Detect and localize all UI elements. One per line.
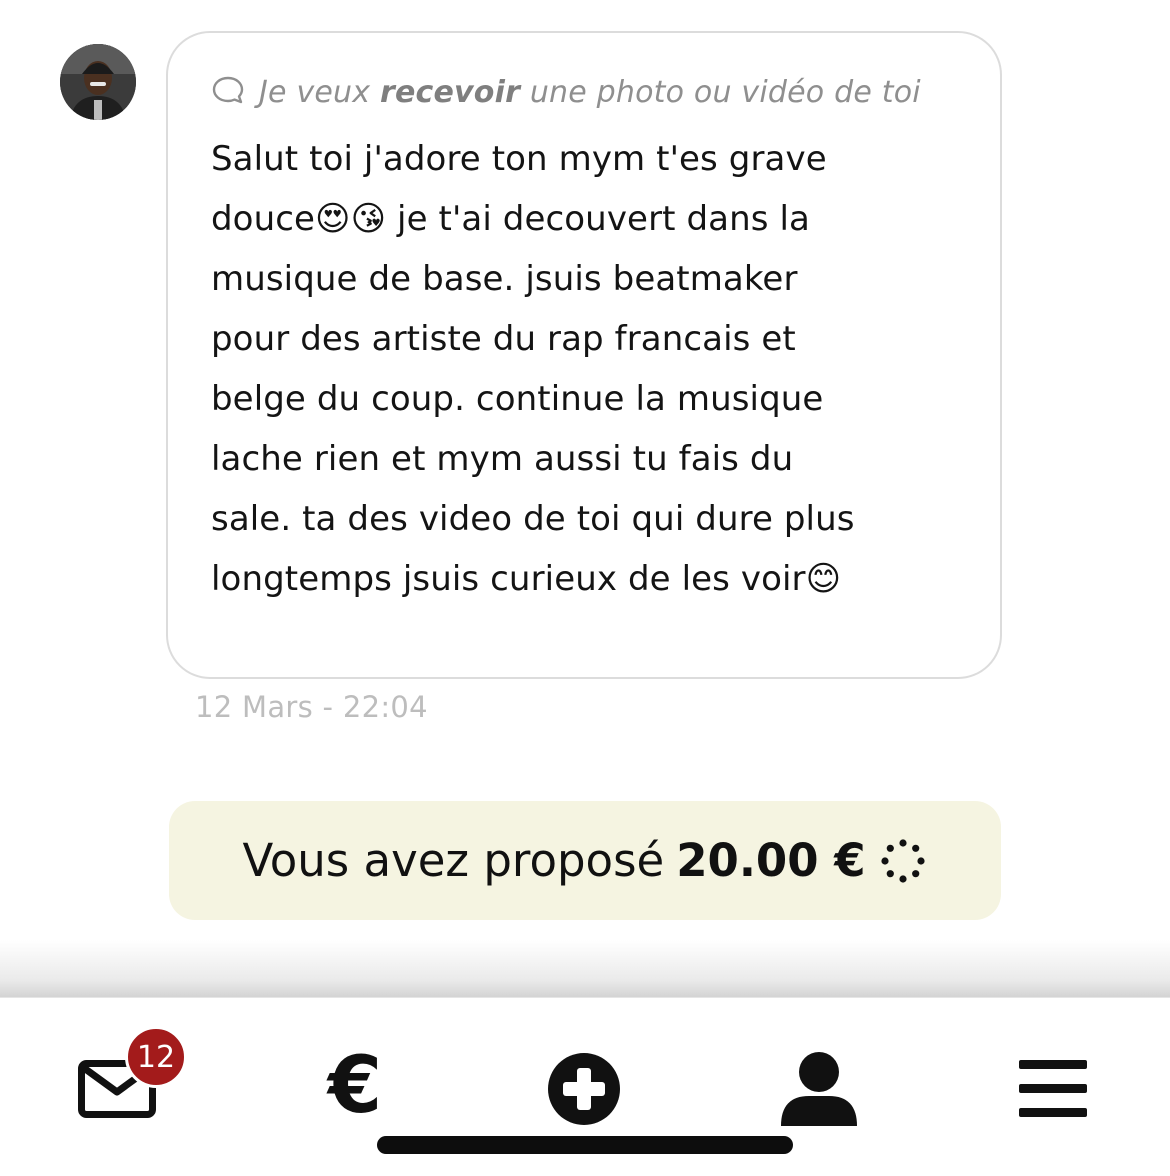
message-line: Salut toi j'adore ton mym t'es grave: [211, 139, 827, 179]
home-indicator[interactable]: [377, 1136, 793, 1154]
message-line: pour des artiste du rap francais et: [211, 319, 796, 359]
sender-avatar[interactable]: [60, 44, 136, 120]
message-line: je t'ai decouvert dans la: [386, 199, 810, 239]
loading-spinner-icon: [880, 838, 925, 883]
message-line: belge du coup. continue la musique: [211, 379, 824, 419]
euro-icon: €: [327, 1041, 383, 1131]
message-bubble: Je veux recevoir une photo ou vidéo de t…: [166, 31, 1002, 679]
request-keyword: recevoir: [379, 75, 521, 110]
message-line: longtemps jsuis curieux de les voir: [211, 559, 806, 599]
avatar-image: [60, 44, 136, 120]
offer-prefix: Vous avez proposé: [242, 834, 665, 887]
user-icon: [781, 1052, 857, 1126]
message-line: lache rien et mym aussi tu fais du: [211, 439, 794, 479]
nav-profile-button[interactable]: [779, 1050, 859, 1130]
message-text: Salut toi j'adore ton mym t'es grave dou…: [211, 129, 960, 609]
bottom-navigation: 12 €: [0, 997, 1170, 1176]
nav-create-button[interactable]: [546, 1051, 622, 1127]
nav-earnings-button[interactable]: €: [320, 1046, 390, 1126]
message-timestamp: 12 Mars - 22:04: [195, 690, 428, 724]
offer-amount: 20.00 €: [676, 834, 866, 887]
request-type-line: Je veux recevoir une photo ou vidéo de t…: [211, 63, 960, 123]
menu-icon: [1019, 1060, 1087, 1117]
messages-count-badge: 12: [125, 1026, 187, 1088]
emoji-heart-eyes-kiss: 😍😘: [315, 199, 387, 239]
scroll-fade: [0, 940, 1170, 998]
nav-menu-button[interactable]: [1019, 1058, 1087, 1120]
offer-status-card: Vous avez proposé 20.00 €: [169, 801, 1001, 920]
message-line: sale. ta des video de toi qui dure plus: [211, 499, 855, 539]
request-suffix: une photo ou vidéo de toi: [520, 75, 921, 110]
request-prefix: Je veux: [259, 75, 380, 110]
plus-circle-icon: [548, 1053, 620, 1125]
chat-bubble-icon: [212, 76, 244, 104]
emoji-smile: 😊: [805, 559, 842, 599]
message-line: douce: [211, 199, 316, 239]
message-line: musique de base. jsuis beatmaker: [211, 259, 798, 299]
